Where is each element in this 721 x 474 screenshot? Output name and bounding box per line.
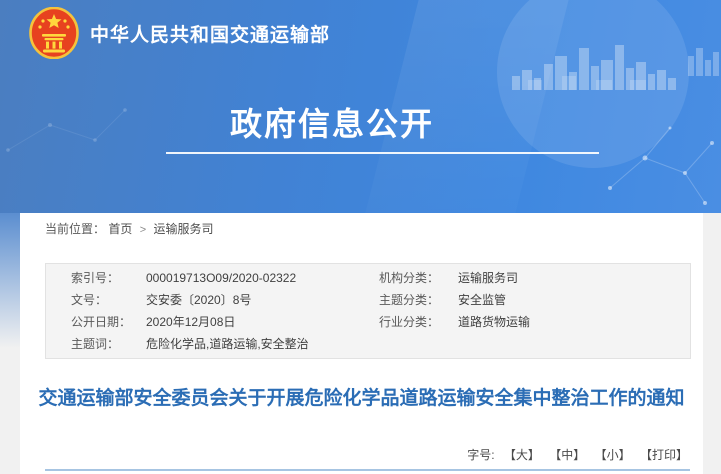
print-button[interactable]: 【打印】 [640, 448, 688, 462]
left-edge-fade [0, 213, 20, 348]
meta-row-3: 公开日期： 2020年12月08日 行业分类： 道路货物运输 [46, 311, 690, 333]
font-size-medium-button[interactable]: 【中】 [549, 448, 585, 462]
hero-underline [166, 152, 599, 154]
font-size-small-button[interactable]: 【小】 [595, 448, 631, 462]
meta-label-docnum: 文号： [71, 289, 146, 311]
meta-label-date: 公开日期： [71, 311, 146, 333]
meta-value-docnum: 交安委〔2020〕8号 [146, 289, 379, 311]
meta-value-empty [458, 333, 690, 355]
breadcrumb: 当前位置： 首页 > 运输服务司 [20, 213, 703, 237]
site-name: 中华人民共和国交通运输部 [90, 20, 330, 47]
breadcrumb-label: 当前位置： [45, 222, 105, 236]
meta-row-2: 文号： 交安委〔2020〕8号 主题分类： 安全监管 [46, 289, 690, 311]
city-skyline-small-icon [686, 42, 721, 76]
site-brand-link[interactable]: 中华人民共和国交通运输部 [29, 7, 330, 59]
hero-title: 政府信息公开 [230, 99, 434, 145]
breadcrumb-section-link[interactable]: 运输服务司 [154, 222, 214, 236]
breadcrumb-home-link[interactable]: 首页 [108, 222, 132, 236]
breadcrumb-separator: > [140, 224, 146, 236]
meta-label-keywords: 主题词： [71, 333, 146, 355]
header-banner: 中华人民共和国交通运输部 政府信息公开 [0, 0, 721, 213]
city-skyline-icon [500, 36, 690, 90]
bottom-divider [45, 469, 690, 471]
meta-row-4: 主题词： 危险化学品,道路运输,安全整治 [46, 333, 690, 355]
meta-label-org: 机构分类： [379, 267, 458, 289]
meta-label-index: 索引号： [71, 267, 146, 289]
font-size-toolbar: 字号: 【大】 【中】 【小】 【打印】 [467, 446, 688, 463]
page: 中华人民共和国交通运输部 政府信息公开 当前位置： 首页 > 运输服务司 索引号… [0, 0, 721, 474]
meta-value-topic: 安全监管 [458, 289, 690, 311]
meta-value-org: 运输服务司 [458, 267, 690, 289]
font-size-label: 字号: [467, 448, 494, 462]
content-card: 当前位置： 首页 > 运输服务司 索引号： 000019713O09/2020-… [20, 213, 703, 474]
meta-label-empty [379, 333, 458, 355]
national-emblem-icon [29, 7, 79, 59]
network-dots-decoration [600, 118, 721, 213]
meta-label-topic: 主题分类： [379, 289, 458, 311]
meta-value-industry: 道路货物运输 [458, 311, 690, 333]
meta-label-industry: 行业分类： [379, 311, 458, 333]
font-size-large-button[interactable]: 【大】 [504, 448, 540, 462]
meta-value-index: 000019713O09/2020-02322 [146, 267, 379, 289]
meta-value-date: 2020年12月08日 [146, 311, 379, 333]
meta-row-1: 索引号： 000019713O09/2020-02322 机构分类： 运输服务司 [46, 267, 690, 289]
document-title: 交通运输部安全委员会关于开展危险化学品道路运输安全集中整治工作的通知 [37, 385, 687, 413]
network-dots-decoration-left [0, 95, 130, 165]
document-meta-table: 索引号： 000019713O09/2020-02322 机构分类： 运输服务司… [45, 263, 691, 359]
meta-value-keywords: 危险化学品,道路运输,安全整治 [146, 333, 379, 355]
